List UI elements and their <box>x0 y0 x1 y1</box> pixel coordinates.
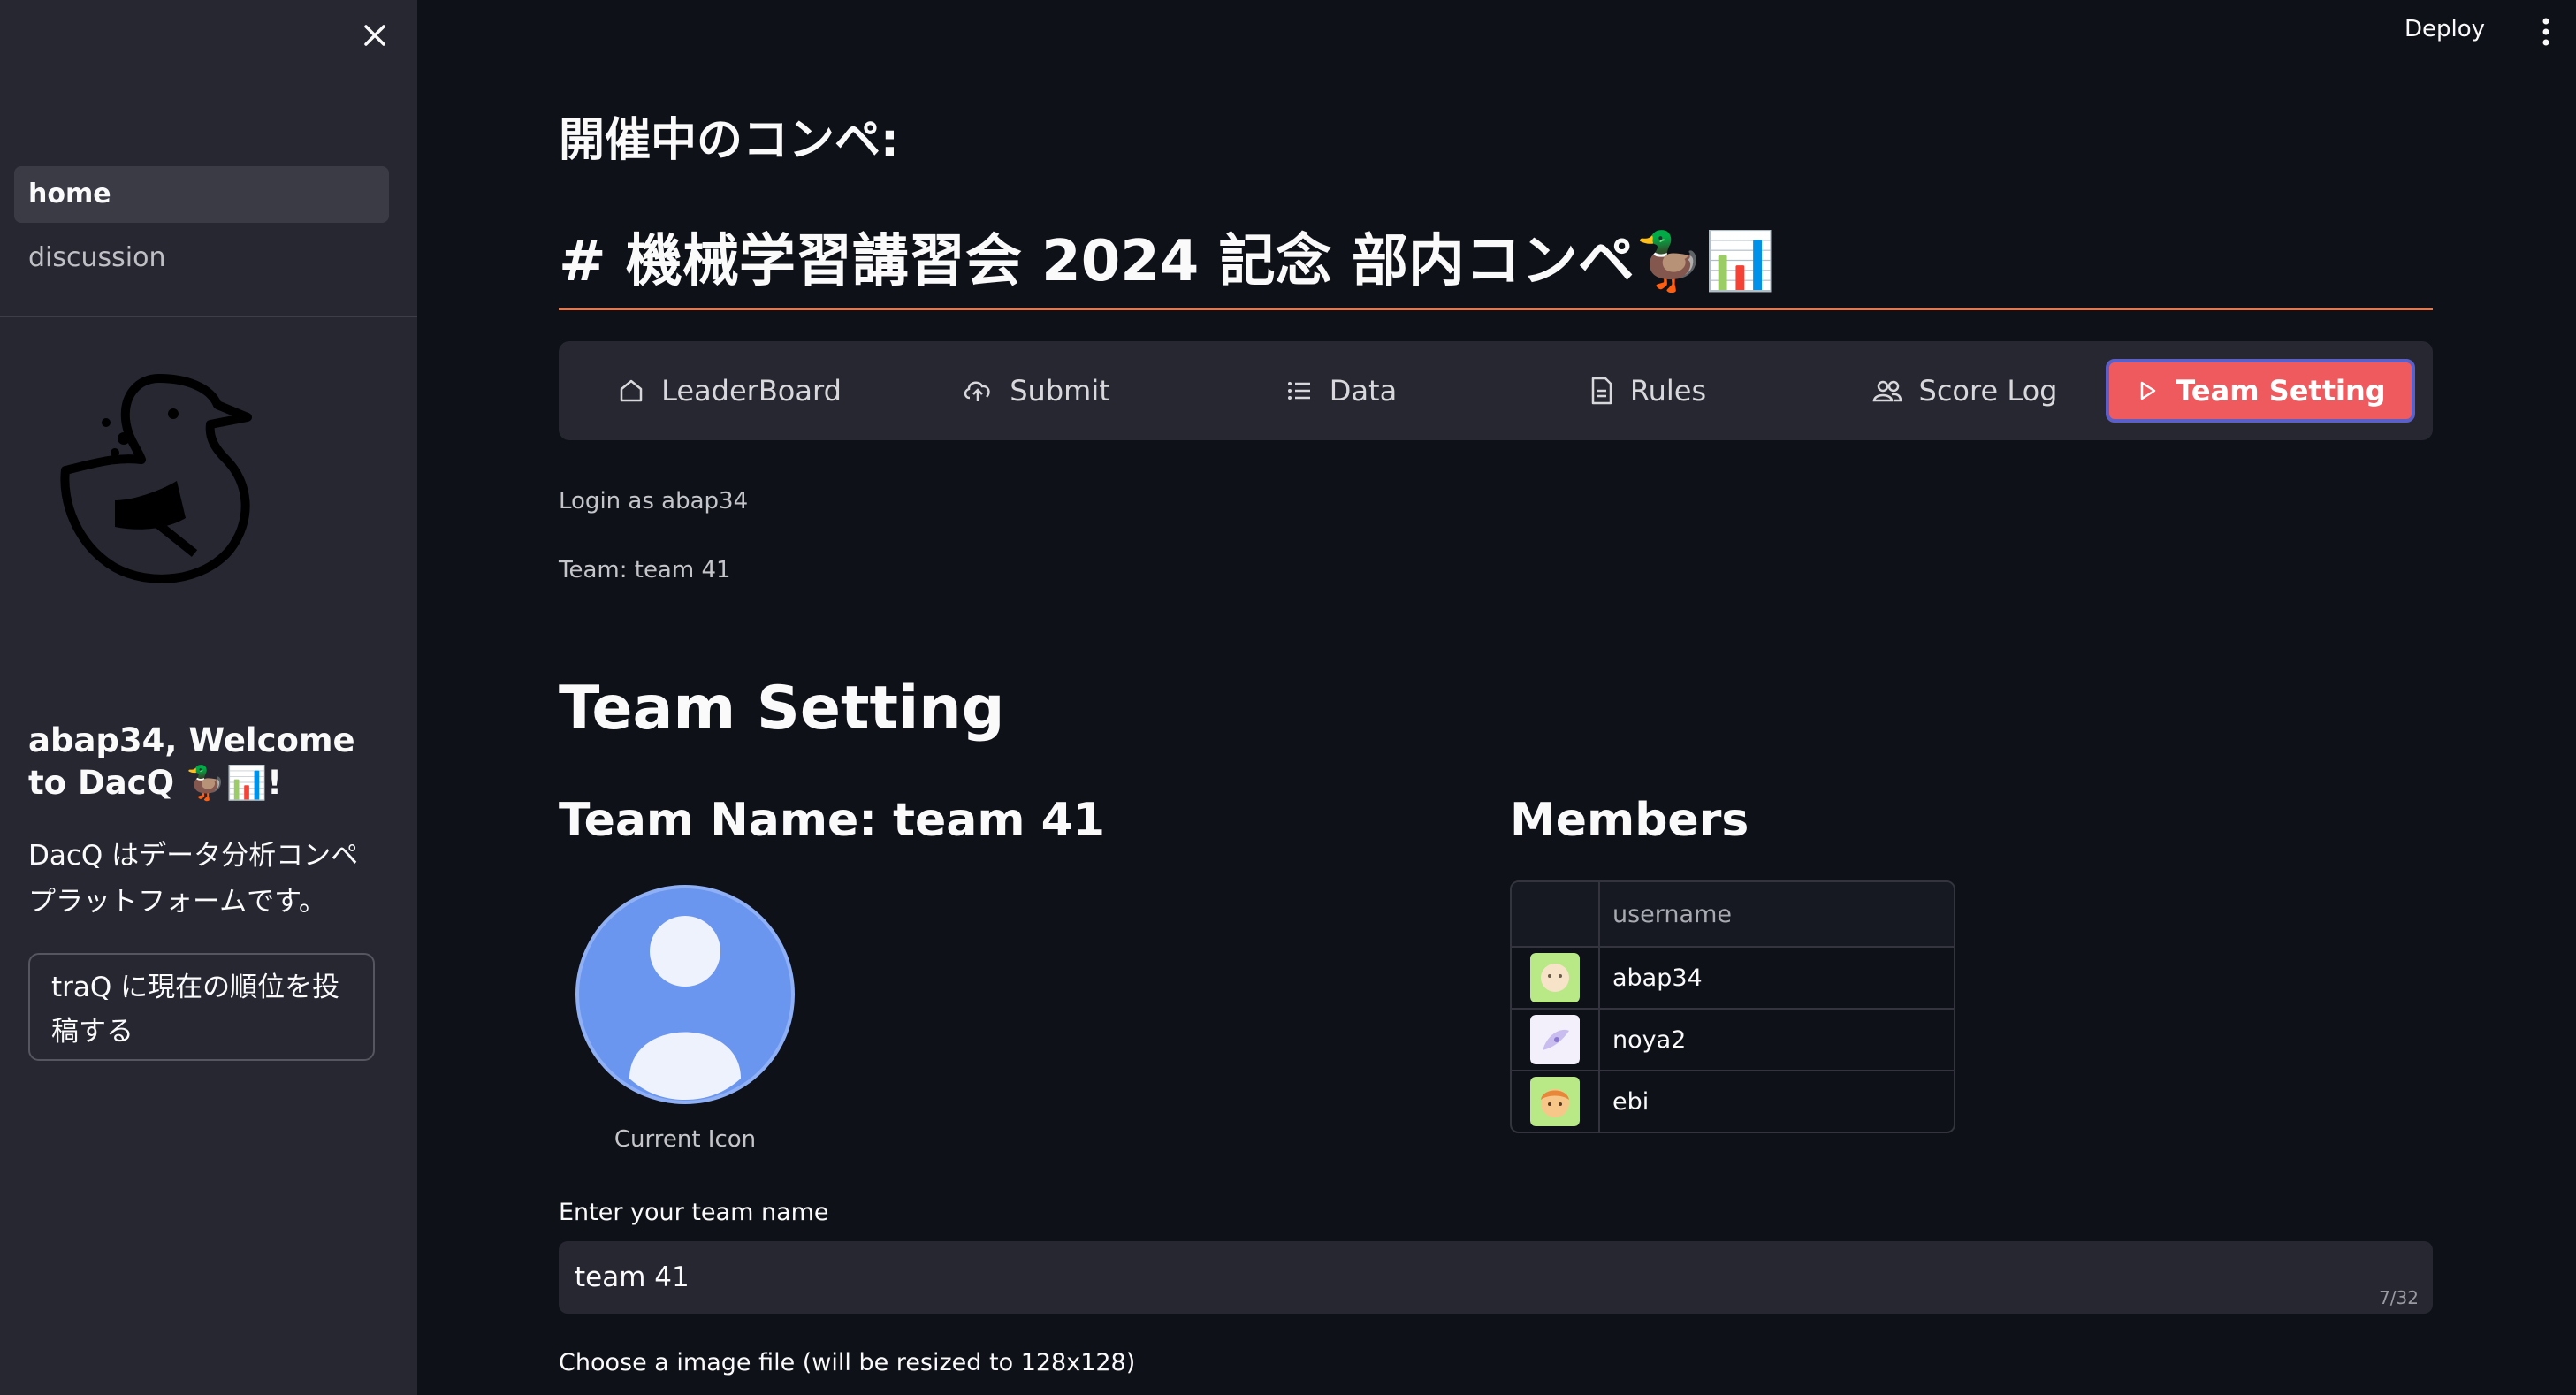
tab-label: Rules <box>1629 374 1707 408</box>
members-table: username abap34 noya2 ebi <box>1510 880 1955 1133</box>
tab-label: LeaderBoard <box>661 374 842 408</box>
member-avatar-icon <box>1530 1015 1580 1064</box>
section-title: Team Setting <box>559 674 1005 743</box>
member-username: abap34 <box>1612 964 1703 992</box>
post-rank-button[interactable]: traQ に現在の順位を投稿する <box>28 953 375 1061</box>
tab-label: Data <box>1329 374 1398 408</box>
tab-data[interactable]: Data <box>1275 359 1407 423</box>
tab-submit[interactable]: Submit <box>948 359 1124 423</box>
team-name-value: team 41 <box>575 1262 690 1293</box>
deploy-button[interactable]: Deploy <box>2405 16 2485 42</box>
home-icon <box>620 379 643 402</box>
table-row: noya2 <box>1512 1008 1954 1070</box>
platform-description: DacQ はデータ分析コンペプラットフォームです。 <box>28 840 359 918</box>
page-title: # 機械学習講習会 2024 記念 部内コンペ🦆📊 <box>559 229 1776 294</box>
sidebar-divider <box>0 316 417 317</box>
play-icon <box>2141 381 2156 400</box>
members-heading: Members <box>1510 794 1749 847</box>
tab-label: Team Setting <box>2176 374 2386 408</box>
team-avatar-icon <box>575 885 795 1104</box>
team-name-label: Enter your team name <box>559 1199 829 1226</box>
welcome-heading: abap34, Welcome to DacQ 🦆📊! <box>28 721 355 802</box>
duck-logo-icon <box>60 374 252 583</box>
member-username: noya2 <box>1612 1025 1687 1054</box>
member-username: ebi <box>1612 1087 1650 1116</box>
close-icon[interactable] <box>357 18 392 53</box>
tab-team-setting[interactable]: Team Setting <box>2106 359 2415 423</box>
sidebar-item-discussion[interactable]: discussion <box>14 230 389 286</box>
team-name-heading: Team Name: team 41 <box>559 794 1106 847</box>
tab-bar: LeaderBoard Submit Data Rules Score Log <box>559 341 2433 440</box>
cloud-upload-icon <box>964 381 990 401</box>
list-icon <box>1287 382 1310 400</box>
team-name-input[interactable]: team 41 7/32 <box>559 1241 2433 1314</box>
tab-rules[interactable]: Rules <box>1577 359 1719 423</box>
member-avatar-icon <box>1530 1077 1580 1126</box>
sidebar-nav: home discussion <box>14 166 389 293</box>
column-header-username[interactable]: username <box>1600 882 1954 946</box>
table-row: abap34 <box>1512 946 1954 1008</box>
current-icon-caption: Current Icon <box>614 1126 757 1153</box>
login-status: Login as abap34 <box>559 488 749 515</box>
member-avatar-icon <box>1530 953 1580 1002</box>
sidebar: home discussion abap34, Welcome to DacQ … <box>0 0 417 1395</box>
title-divider <box>559 308 2433 310</box>
tab-score-log[interactable]: Score Log <box>1858 359 2070 423</box>
file-upload-label: Choose a image file (will be resized to … <box>559 1349 1136 1376</box>
sidebar-item-home[interactable]: home <box>14 166 389 223</box>
people-icon <box>1872 380 1902 402</box>
tab-leaderboard[interactable]: LeaderBoard <box>601 359 857 423</box>
char-counter: 7/32 <box>2379 1287 2419 1308</box>
document-icon <box>1591 377 1612 405</box>
tab-label: Submit <box>1010 374 1110 408</box>
team-status: Team: team 41 <box>559 557 731 583</box>
table-header-row: username <box>1512 882 1954 946</box>
more-menu-icon[interactable] <box>2535 14 2557 50</box>
competition-heading: 開催中のコンペ: <box>559 114 899 167</box>
table-row: ebi <box>1512 1070 1954 1132</box>
tab-label: Score Log <box>1918 374 2058 408</box>
